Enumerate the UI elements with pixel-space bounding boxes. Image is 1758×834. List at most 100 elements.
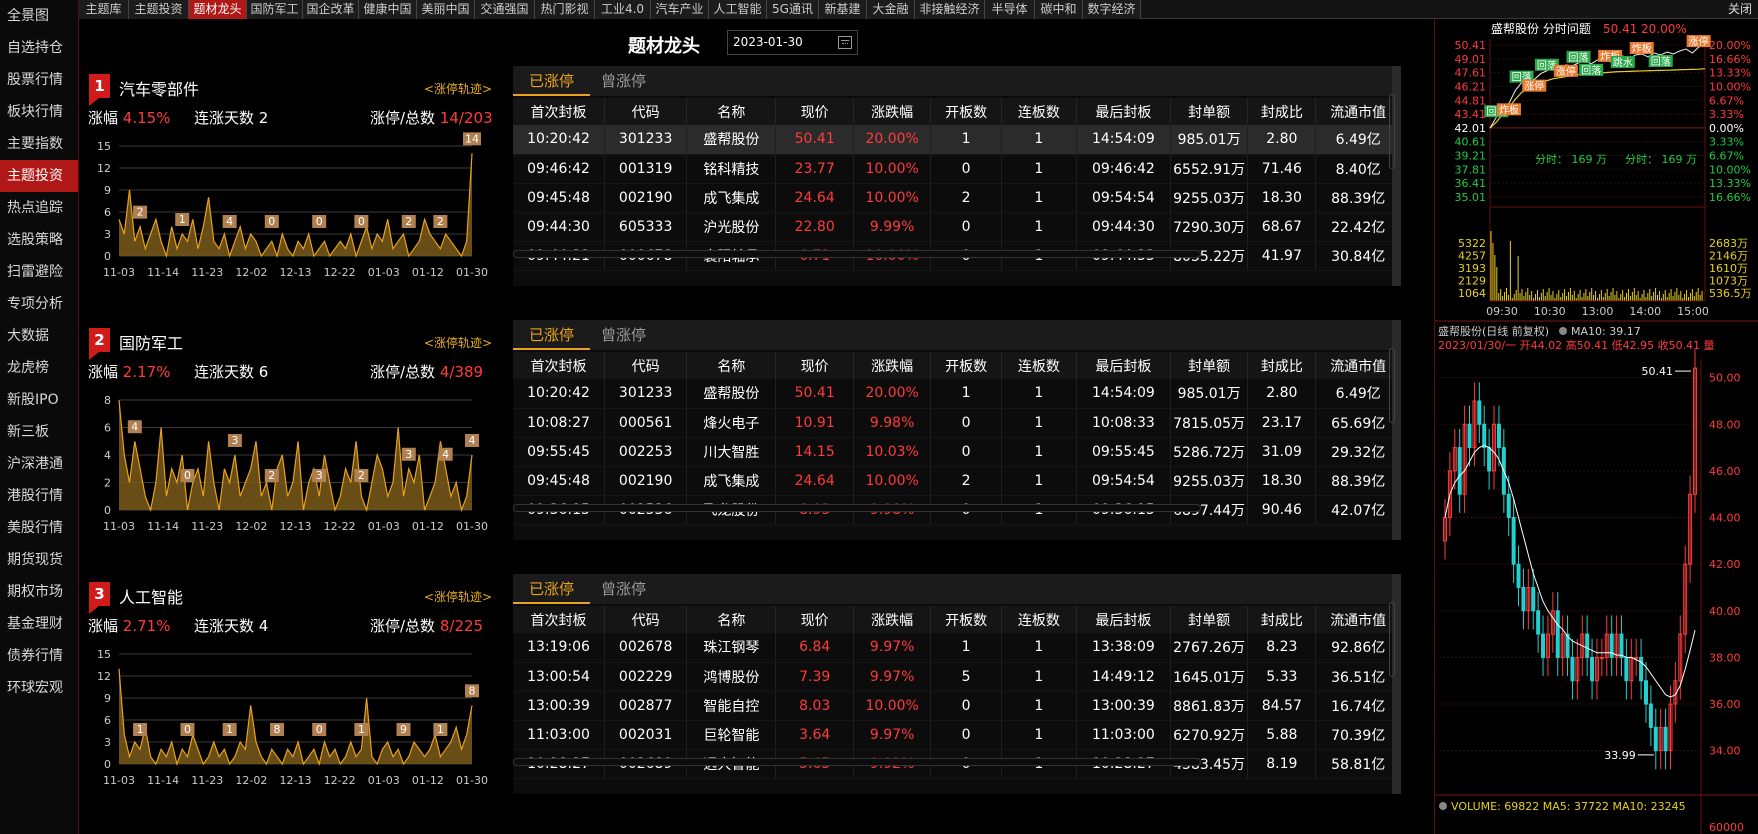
column-header[interactable]: 首次封板 xyxy=(513,98,606,125)
nav-item-9[interactable]: 专项分析 xyxy=(0,288,78,320)
tab-4[interactable]: 国企改革 xyxy=(303,0,359,19)
tab-10[interactable]: 汽车产业 xyxy=(651,0,709,19)
tab-14[interactable]: 大金融 xyxy=(867,0,915,19)
table-row[interactable]: 09:55:45 002253 川大智胜 14.15 10.03% 0 1 09:55:45 5… xyxy=(513,437,1401,467)
tab-12[interactable]: 5G通讯 xyxy=(767,0,819,19)
nav-item-14[interactable]: 沪深港通 xyxy=(0,448,78,480)
tab-11[interactable]: 人工智能 xyxy=(709,0,767,19)
column-header[interactable]: 首次封板 xyxy=(513,606,606,633)
tab-3[interactable]: 国防军工 xyxy=(247,0,303,19)
column-header[interactable]: 封单额 xyxy=(1170,606,1249,633)
table-row[interactable]: 13:00:39 002877 智能自控 8.03 10.00% 0 1 13:00:39 88… xyxy=(513,691,1401,721)
column-header[interactable]: 名称 xyxy=(686,352,777,379)
horizontal-scrollbar[interactable] xyxy=(513,250,1201,258)
date-picker[interactable]: 2023-01-30 xyxy=(727,30,858,55)
tab-15[interactable]: 非接触经济 xyxy=(915,0,985,19)
table-row[interactable]: 09:45:48 002190 成飞集成 24.64 10.00% 2 1 09:54:54 9… xyxy=(513,183,1401,213)
nav-item-12[interactable]: 新股IPO xyxy=(0,384,78,416)
tab-5[interactable]: 健康中国 xyxy=(359,0,417,19)
tab-16[interactable]: 半导体 xyxy=(985,0,1035,19)
column-header[interactable]: 流通市值 xyxy=(1315,606,1401,633)
theme-name[interactable]: 国防军工 xyxy=(119,330,183,354)
table-row[interactable]: 09:46:42 001319 铭科精技 23.77 10.00% 0 1 09:46:42 6… xyxy=(513,154,1401,184)
tab-6[interactable]: 美丽中国 xyxy=(417,0,475,19)
table-row[interactable]: 09:44:30 605333 沪光股份 22.80 9.99% 0 1 09:44:30 72… xyxy=(513,212,1401,242)
table-row[interactable]: 09:45:48 002190 成飞集成 24.64 10.00% 2 1 09:54:54 9… xyxy=(513,466,1401,496)
horizontal-scrollbar[interactable] xyxy=(513,758,1201,766)
table-row[interactable]: 10:08:27 000561 烽火电子 10.91 9.98% 0 1 10:08:33 78… xyxy=(513,408,1401,438)
column-header[interactable]: 封成比 xyxy=(1247,98,1317,125)
column-header[interactable]: 现价 xyxy=(775,352,854,379)
column-header[interactable]: 代码 xyxy=(604,606,688,633)
theme-name[interactable]: 汽车零部件 xyxy=(119,76,199,100)
column-header[interactable]: 代码 xyxy=(604,352,688,379)
toggle-icon[interactable] xyxy=(1559,327,1567,335)
calendar-icon[interactable] xyxy=(838,36,852,49)
nav-item-3[interactable]: 板块行情 xyxy=(0,96,78,128)
table-row[interactable]: 13:00:54 002229 鸿博股份 7.39 9.97% 5 1 14:49:12 164… xyxy=(513,662,1401,692)
nav-item-5[interactable]: 主题投资 xyxy=(0,160,78,192)
column-header[interactable]: 流通市值 xyxy=(1315,98,1401,125)
column-header[interactable]: 开板数 xyxy=(930,352,1002,379)
column-header[interactable]: 封成比 xyxy=(1247,352,1317,379)
tab-17[interactable]: 碳中和 xyxy=(1035,0,1083,19)
column-header[interactable]: 涨跌幅 xyxy=(853,606,932,633)
tab-limit-up-done[interactable]: 已涨停 xyxy=(513,574,591,604)
nav-item-17[interactable]: 期货现货 xyxy=(0,544,78,576)
close-link[interactable]: 关闭 xyxy=(1728,0,1752,18)
tab-18[interactable]: 数字经济 xyxy=(1083,0,1141,19)
column-header[interactable]: 现价 xyxy=(775,606,854,633)
nav-item-20[interactable]: 债券行情 xyxy=(0,640,78,672)
table-row[interactable]: 10:20:42 301233 盛帮股份 50.41 20.00% 1 1 14:54:09 9… xyxy=(513,125,1401,155)
column-header[interactable]: 最后封板 xyxy=(1076,606,1171,633)
column-header[interactable]: 最后封板 xyxy=(1076,352,1171,379)
tab-limit-up-once[interactable]: 曾涨停 xyxy=(585,574,662,604)
column-header[interactable]: 封单额 xyxy=(1170,98,1249,125)
nav-item-6[interactable]: 热点追踪 xyxy=(0,192,78,224)
tab-9[interactable]: 工业4.0 xyxy=(595,0,651,19)
column-header[interactable]: 最后封板 xyxy=(1076,98,1171,125)
toggle-icon[interactable] xyxy=(1439,802,1447,810)
column-header[interactable]: 涨跌幅 xyxy=(853,98,932,125)
table-row[interactable]: 10:20:42 301233 盛帮股份 50.41 20.00% 1 1 14:54:09 9… xyxy=(513,379,1401,409)
nav-item-19[interactable]: 基金理财 xyxy=(0,608,78,640)
tab-2[interactable]: 题材龙头 xyxy=(189,0,247,19)
column-header[interactable]: 涨跌幅 xyxy=(853,352,932,379)
nav-item-11[interactable]: 龙虎榜 xyxy=(0,352,78,384)
nav-item-0[interactable]: 全景图 xyxy=(0,0,78,32)
column-header[interactable]: 名称 xyxy=(686,98,777,125)
limit-up-trace-link[interactable]: <涨停轨迹> xyxy=(424,334,492,351)
horizontal-scrollbar[interactable] xyxy=(513,504,1201,512)
table-row[interactable]: 13:19:06 002678 珠江钢琴 6.84 9.97% 1 1 13:38:09 276… xyxy=(513,633,1401,663)
nav-item-21[interactable]: 环球宏观 xyxy=(0,672,78,704)
column-header[interactable]: 流通市值 xyxy=(1315,352,1401,379)
column-header[interactable]: 封单额 xyxy=(1170,352,1249,379)
column-header[interactable]: 连板数 xyxy=(1001,352,1077,379)
column-header[interactable]: 名称 xyxy=(686,606,777,633)
tab-limit-up-once[interactable]: 曾涨停 xyxy=(585,66,662,96)
nav-item-1[interactable]: 自选持仓 xyxy=(0,32,78,64)
nav-item-7[interactable]: 选股策略 xyxy=(0,224,78,256)
column-header[interactable]: 代码 xyxy=(604,98,688,125)
column-header[interactable]: 连板数 xyxy=(1001,98,1077,125)
vertical-scrollbar[interactable] xyxy=(1389,94,1395,169)
tab-limit-up-once[interactable]: 曾涨停 xyxy=(585,320,662,350)
nav-item-13[interactable]: 新三板 xyxy=(0,416,78,448)
column-header[interactable]: 现价 xyxy=(775,98,854,125)
limit-up-trace-link[interactable]: <涨停轨迹> xyxy=(424,588,492,605)
nav-item-10[interactable]: 大数据 xyxy=(0,320,78,352)
nav-item-8[interactable]: 扫雷避险 xyxy=(0,256,78,288)
column-header[interactable]: 开板数 xyxy=(930,606,1002,633)
limit-up-trace-link[interactable]: <涨停轨迹> xyxy=(424,80,492,97)
theme-name[interactable]: 人工智能 xyxy=(119,584,183,608)
tab-limit-up-done[interactable]: 已涨停 xyxy=(513,66,591,96)
tab-8[interactable]: 热门影视 xyxy=(535,0,595,19)
vertical-scrollbar[interactable] xyxy=(1389,602,1395,677)
vertical-scrollbar[interactable] xyxy=(1389,348,1395,423)
tab-0[interactable]: 主题库 xyxy=(79,0,129,19)
column-header[interactable]: 首次封板 xyxy=(513,352,606,379)
nav-item-15[interactable]: 港股行情 xyxy=(0,480,78,512)
nav-item-18[interactable]: 期权市场 xyxy=(0,576,78,608)
nav-item-2[interactable]: 股票行情 xyxy=(0,64,78,96)
tab-7[interactable]: 交通强国 xyxy=(475,0,535,19)
